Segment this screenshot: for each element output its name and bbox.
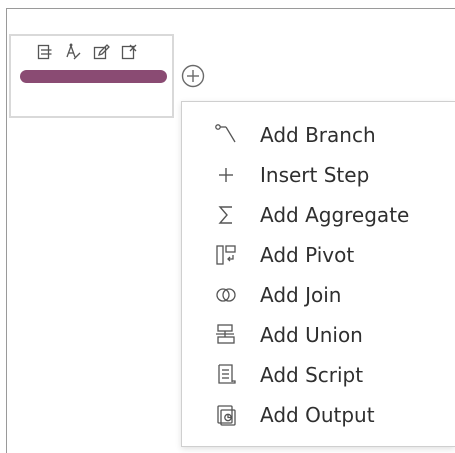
union-icon bbox=[213, 322, 239, 348]
menu-item-label: Add Script bbox=[260, 363, 364, 387]
menu-item-label: Add Branch bbox=[260, 123, 376, 147]
menu-item-label: Insert Step bbox=[260, 163, 370, 187]
filter-icon[interactable] bbox=[36, 43, 54, 61]
edit-icon[interactable] bbox=[92, 43, 110, 61]
remove-icon[interactable] bbox=[120, 43, 138, 61]
menu-item-label: Add Output bbox=[260, 403, 375, 427]
menu-item-label: Add Pivot bbox=[260, 243, 355, 267]
step-color-bar bbox=[20, 70, 167, 83]
rename-icon[interactable] bbox=[64, 43, 82, 61]
menu-item-add-branch[interactable]: Add Branch bbox=[182, 115, 455, 155]
flow-step-card[interactable] bbox=[9, 34, 174, 118]
sigma-icon bbox=[213, 202, 239, 228]
canvas-border-left bbox=[6, 8, 7, 453]
plus-circle-icon bbox=[181, 64, 205, 88]
step-toolbar bbox=[36, 42, 151, 62]
output-icon bbox=[213, 402, 239, 428]
menu-item-label: Add Join bbox=[260, 283, 342, 307]
menu-item-label: Add Union bbox=[260, 323, 363, 347]
menu-item-add-script[interactable]: Add Script bbox=[182, 355, 455, 395]
add-step-button[interactable] bbox=[181, 64, 205, 88]
plus-icon bbox=[213, 162, 239, 188]
menu-item-insert-step[interactable]: Insert Step bbox=[182, 155, 455, 195]
menu-item-add-pivot[interactable]: Add Pivot bbox=[182, 235, 455, 275]
menu-item-label: Add Aggregate bbox=[260, 203, 410, 227]
canvas-border-top bbox=[6, 8, 455, 9]
menu-item-add-join[interactable]: Add Join bbox=[182, 275, 455, 315]
menu-item-add-aggregate[interactable]: Add Aggregate bbox=[182, 195, 455, 235]
pivot-icon bbox=[213, 242, 239, 268]
script-icon bbox=[213, 362, 239, 388]
branch-icon bbox=[213, 122, 239, 148]
add-step-menu: Add Branch Insert Step Add Aggregate Add… bbox=[181, 101, 455, 447]
join-icon bbox=[213, 282, 239, 308]
flow-canvas[interactable]: Add Branch Insert Step Add Aggregate Add… bbox=[0, 0, 455, 453]
menu-item-add-union[interactable]: Add Union bbox=[182, 315, 455, 355]
menu-item-add-output[interactable]: Add Output bbox=[182, 395, 455, 435]
